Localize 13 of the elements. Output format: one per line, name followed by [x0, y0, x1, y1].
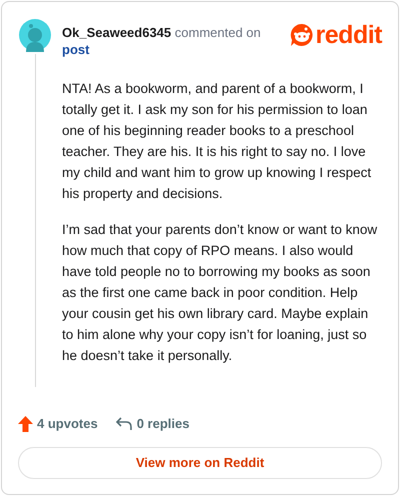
reply-count: 0 replies [136, 415, 190, 434]
reply-icon[interactable] [116, 417, 132, 431]
action-text: commented on [174, 25, 261, 40]
view-more-button[interactable]: View more on Reddit [18, 447, 382, 479]
author-name[interactable]: Ok_Seaweed6345 [62, 25, 172, 40]
logo-text: reddit [316, 22, 382, 48]
upvote-count: 4 upvotes [37, 415, 98, 434]
comment-paragraph: I’m sad that your parents don’t know or want to know how much that copy of RPO means. I also would have told people no to borrowing my books as soon as the first one came back in poor condition. Help your cousin get his own library card. Maybe explain to him alone why your copy isn’t for loaning, just so he doesn’t take it personally. [62, 221, 378, 365]
comment-paragraph: NTA! As a bookworm, and parent of a bookworm, I totally get it. I ask my son for his permission to loan one of his beginning reader books to a preschool teacher. They are his. It is his right to say no. I love my child and want him to grow up knowing I respect his property and decisions. [62, 80, 372, 203]
upvote-icon[interactable] [18, 416, 33, 432]
snoo-icon [290, 23, 314, 47]
post-link[interactable]: post [62, 42, 90, 57]
avatar-icon [18, 18, 52, 52]
